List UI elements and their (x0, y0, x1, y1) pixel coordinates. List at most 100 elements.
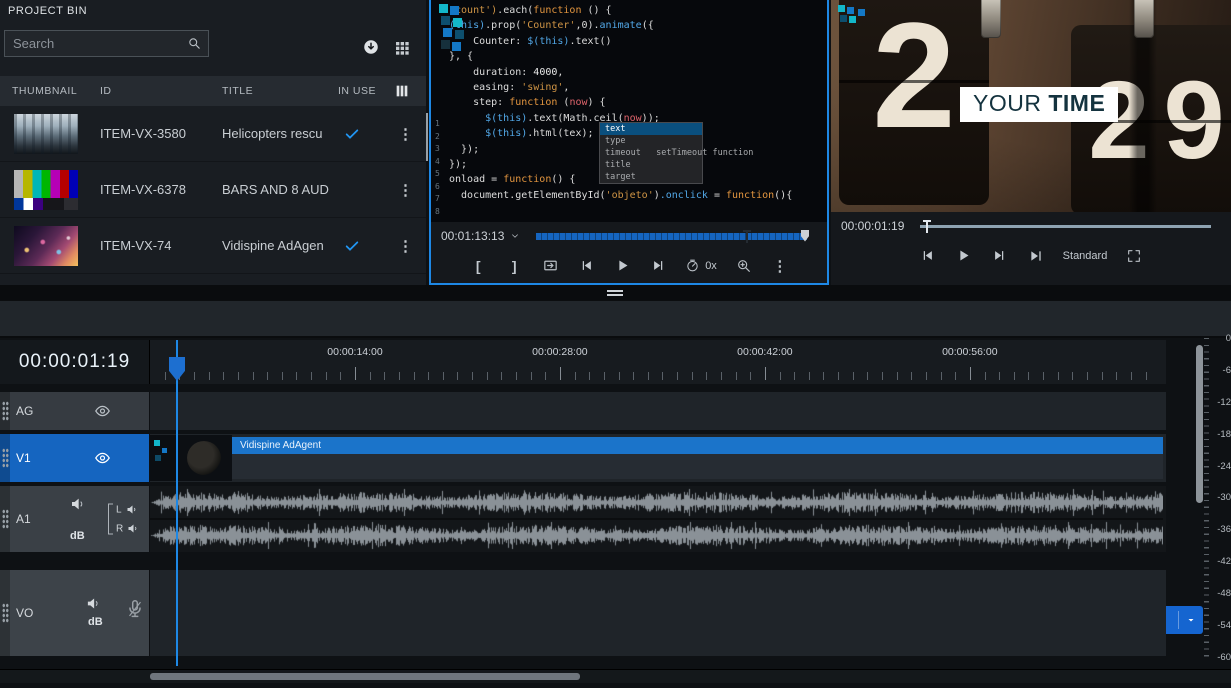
bin-row[interactable]: ITEM-VX-6378 BARS AND 8 AUD ⋮ (0, 162, 426, 218)
ruler-tick (648, 372, 649, 380)
track-content-a1[interactable] (150, 486, 1166, 552)
ruler-tick (340, 372, 341, 380)
horizontal-scrollbar-thumb[interactable] (150, 673, 580, 680)
track-header-ag[interactable]: AG (0, 392, 150, 430)
search-icon (187, 36, 208, 51)
source-timecode-row: 00:01:13:13 (431, 222, 827, 250)
pixel-art-decoration (439, 4, 448, 13)
mic-icon[interactable] (124, 598, 146, 620)
ruler-tick (370, 372, 371, 380)
track-header-vo[interactable]: VO dB (0, 570, 150, 656)
ruler-label: 00:00:42:00 (737, 346, 792, 358)
track-drag-handle[interactable] (0, 434, 10, 482)
program-monitor: 2 29 YOUR TIME 00:00:01:19 (831, 0, 1231, 285)
ruler-label: 00:00:14:00 (327, 346, 382, 358)
channel-right[interactable]: R (116, 523, 139, 535)
quality-selector[interactable]: Standard (1063, 250, 1108, 262)
divider-grip-handle[interactable] (607, 290, 623, 296)
zoom-in-icon[interactable] (735, 256, 753, 276)
source-more-menu[interactable]: ⋮ (771, 256, 789, 276)
autocomplete-item[interactable]: type (600, 135, 702, 147)
fullscreen-icon[interactable] (1125, 246, 1143, 266)
program-video-viewport[interactable]: 2 29 YOUR TIME (831, 0, 1231, 212)
flip-clock-pin (1134, 0, 1154, 38)
playhead-line (176, 340, 178, 666)
column-header-title[interactable]: TITLE (222, 76, 253, 106)
speaker-icon[interactable] (86, 596, 101, 611)
columns-settings-icon[interactable] (394, 76, 410, 106)
db-button[interactable]: dB (88, 616, 103, 628)
track-drag-handle[interactable] (0, 570, 10, 656)
ruler-tick (867, 372, 868, 380)
ruler-tick (443, 372, 444, 380)
next-frame-icon[interactable] (649, 256, 667, 276)
ruler-tick (955, 372, 956, 380)
db-button[interactable]: dB (70, 530, 85, 542)
clip-thumbnail[interactable] (14, 226, 78, 266)
previous-frame-icon[interactable] (577, 256, 595, 276)
quality-label: Standard (1063, 250, 1108, 262)
speaker-icon[interactable] (70, 496, 86, 512)
column-header-in-use[interactable]: IN USE (338, 76, 376, 106)
autocomplete-item[interactable]: title (600, 159, 702, 171)
import-icon[interactable] (362, 38, 380, 56)
track-content-ag[interactable] (150, 392, 1166, 430)
row-menu-button[interactable]: ⋮ (398, 125, 413, 143)
previous-frame-icon[interactable] (919, 246, 937, 266)
source-video-viewport[interactable]: 12345678 .count').each(function () {(thi… (431, 0, 827, 222)
source-scrub-bar[interactable] (536, 232, 807, 241)
vertical-scrollbar-thumb[interactable] (1196, 345, 1203, 503)
timeline-clip[interactable]: Vidispine AdAgent (150, 435, 1163, 481)
play-icon[interactable] (955, 246, 973, 266)
autocomplete-item[interactable]: timeout setTimeout function (600, 147, 702, 159)
timeline-ruler[interactable]: 00:00:14:0000:00:28:0000:00:42:0000:00:5… (150, 340, 1166, 384)
mark-out-button[interactable]: ] (505, 256, 523, 276)
column-header-thumbnail[interactable]: THUMBNAIL (12, 76, 77, 106)
track-visibility-eye-icon[interactable] (94, 450, 111, 467)
ruler-tick (1014, 372, 1015, 380)
source-scrub-playhead[interactable] (746, 230, 748, 243)
ruler-tick (721, 372, 722, 380)
publish-dropdown-caret[interactable] (1179, 614, 1203, 626)
search-input[interactable] (5, 36, 187, 51)
match-frame-icon[interactable] (541, 256, 559, 276)
ruler-tick (604, 372, 605, 380)
clip-thumbnail[interactable] (14, 170, 78, 210)
autocomplete-item[interactable]: text (600, 123, 702, 135)
horizontal-scrollbar[interactable] (0, 669, 1231, 683)
track-content-vo[interactable] (150, 570, 1166, 656)
program-timecode-row: 00:00:01:19 (831, 212, 1231, 240)
row-menu-button[interactable]: ⋮ (398, 181, 413, 199)
autocomplete-item[interactable]: target (600, 171, 702, 183)
track-drag-handle[interactable] (0, 392, 10, 430)
track-header-v1[interactable]: V1 (0, 434, 150, 482)
bin-row[interactable]: ITEM-VX-74 Vidispine AdAgen ⋮ (0, 218, 426, 274)
track-header-a1[interactable]: A1 dB L R (0, 486, 150, 552)
panel-splitter-handle[interactable] (426, 113, 428, 161)
row-menu-button[interactable]: ⋮ (398, 237, 413, 255)
code-line: step: function (now) { (449, 95, 792, 110)
code-line: .count').each(function () { (449, 3, 792, 18)
audio-waveform-left (150, 488, 1163, 517)
track-drag-handle[interactable] (0, 486, 10, 552)
channel-left[interactable]: L (116, 504, 139, 516)
chevron-down-icon[interactable] (510, 231, 520, 241)
clip-body (232, 454, 1163, 479)
play-icon[interactable] (613, 256, 631, 276)
program-scrub-bar[interactable] (920, 222, 1211, 231)
go-to-end-icon[interactable] (1027, 246, 1045, 266)
db-scale-label: 0 (1226, 333, 1231, 344)
clip-thumbnail[interactable] (14, 114, 78, 154)
mark-in-button[interactable]: [ (469, 256, 487, 276)
item-id: ITEM-VX-6378 (100, 162, 186, 217)
column-header-id[interactable]: ID (100, 76, 112, 106)
playback-speed-control[interactable]: 0x (685, 258, 717, 273)
track-visibility-eye-icon[interactable] (94, 403, 111, 420)
next-frame-icon[interactable] (991, 246, 1009, 266)
bin-row[interactable]: ITEM-VX-3580 Helicopters rescu ⋮ (0, 106, 426, 162)
grid-view-icon[interactable] (394, 40, 410, 56)
line-number: 7 (435, 193, 440, 206)
source-timecode[interactable]: 00:01:13:13 (441, 229, 504, 243)
program-scrub-playhead[interactable] (926, 220, 928, 233)
ruler-tick (311, 372, 312, 380)
